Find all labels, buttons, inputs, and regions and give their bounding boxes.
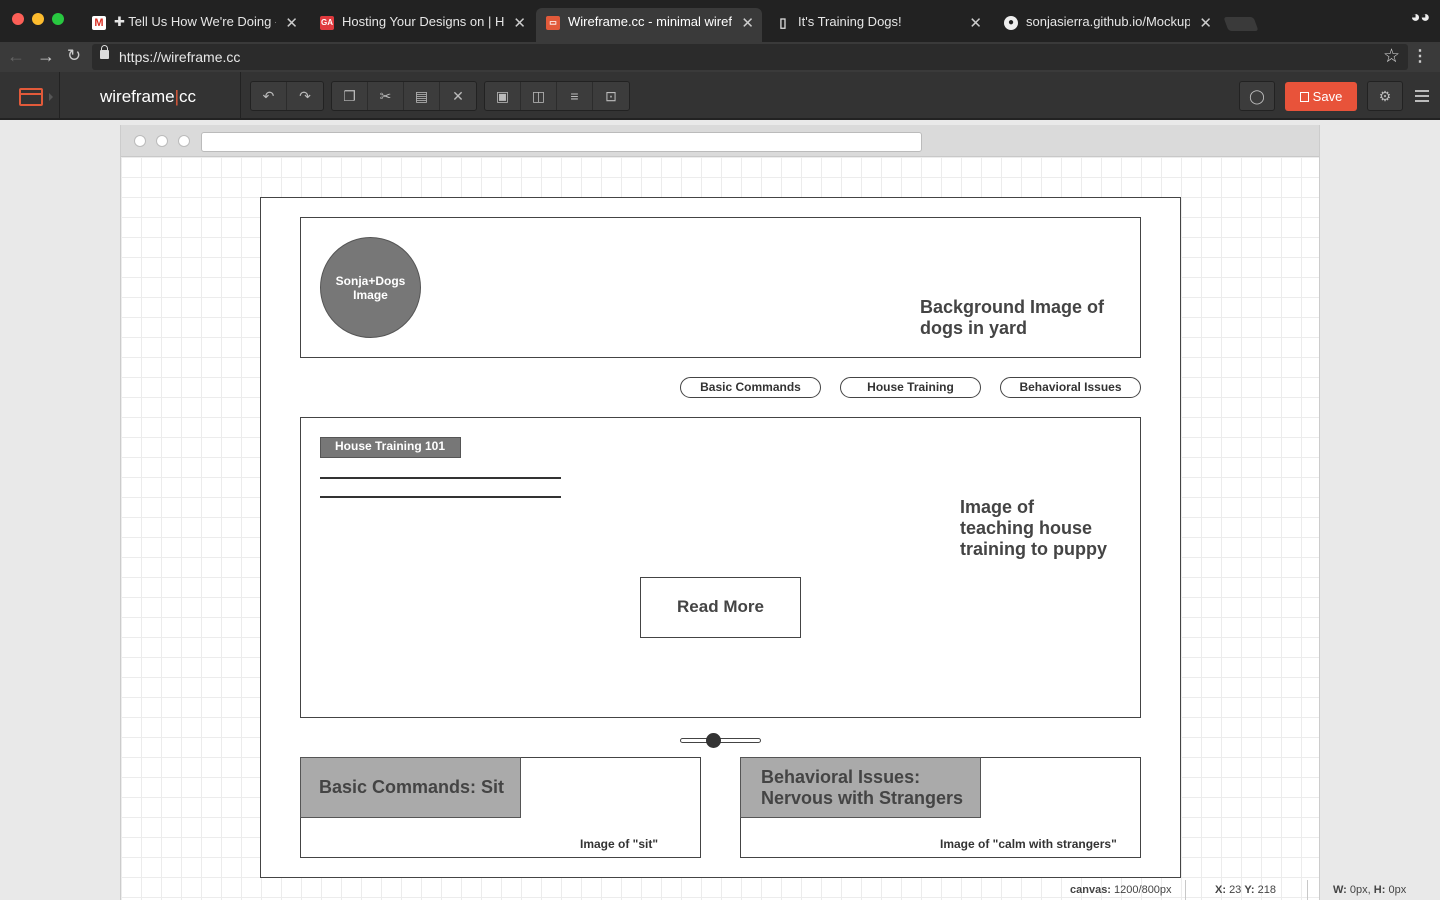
wireframe-icon: ▭ bbox=[546, 16, 560, 30]
browser-tab[interactable]: M ✚ Tell Us How We're Doing - sc ✕ bbox=[82, 8, 306, 42]
reload-icon[interactable]: ↻ bbox=[64, 46, 84, 66]
nav-button-house-training[interactable]: House Training bbox=[840, 377, 981, 398]
lock-icon[interactable]: ▣ bbox=[485, 82, 521, 110]
history-toolbar-group: ↶ ↷ bbox=[250, 81, 324, 111]
maximize-window-button[interactable] bbox=[52, 13, 64, 25]
frame-dot bbox=[178, 135, 190, 147]
close-tab-icon[interactable]: ✕ bbox=[513, 14, 526, 32]
browser-tab[interactable]: ▯ It's Training Dogs! ✕ bbox=[766, 8, 990, 42]
save-button[interactable]: Save bbox=[1285, 82, 1357, 111]
app-logo: wireframe|cc bbox=[100, 87, 197, 106]
frame-dot bbox=[134, 135, 146, 147]
browser-tab[interactable]: ● sonjasierra.github.io/Mockup_v ✕ bbox=[994, 8, 1220, 42]
send-back-icon[interactable]: ◫ bbox=[521, 82, 557, 110]
text-placeholder-line[interactable] bbox=[320, 496, 561, 498]
canvas-size-readout: canvas: 1200/800px bbox=[1070, 884, 1172, 896]
card2-title-box[interactable]: Behavioral Issues: Nervous with Stranger… bbox=[740, 757, 981, 818]
comment-icon[interactable]: ◯ bbox=[1239, 81, 1275, 111]
paste-icon[interactable]: ▤ bbox=[404, 82, 440, 110]
dropdown-arrow-icon bbox=[49, 93, 53, 101]
document-icon: ▯ bbox=[779, 15, 787, 30]
status-divider bbox=[1185, 880, 1186, 900]
browser-tab[interactable]: GA Hosting Your Designs on | HTML ✕ bbox=[310, 8, 534, 42]
redo-icon[interactable]: ↷ bbox=[287, 82, 323, 110]
gmail-icon: M bbox=[92, 16, 106, 30]
settings-icon[interactable]: ⚙ bbox=[1367, 81, 1403, 111]
card1-title-box[interactable]: Basic Commands: Sit bbox=[300, 757, 521, 818]
read-more-button[interactable]: Read More bbox=[640, 577, 801, 638]
incognito-icon: ◕◕ bbox=[1410, 9, 1430, 26]
group-icon[interactable]: ⊡ bbox=[593, 82, 629, 110]
url-input[interactable]: https://wireframe.cc ☆ bbox=[92, 44, 1408, 70]
browser-tab-strip: M ✚ Tell Us How We're Doing - sc ✕ GA Ho… bbox=[0, 0, 1440, 42]
card1-image-caption[interactable]: Image of "sit" bbox=[580, 837, 658, 851]
browser-menu-icon[interactable]: ⋮ bbox=[1412, 46, 1428, 66]
feature-tag-label[interactable]: House Training 101 bbox=[320, 437, 461, 458]
forward-icon[interactable]: → bbox=[36, 46, 56, 67]
new-tab-button[interactable] bbox=[1223, 17, 1259, 31]
github-icon: ● bbox=[1004, 16, 1018, 30]
profile-image-placeholder[interactable]: Sonja+Dogs Image bbox=[320, 237, 421, 338]
toolbar-divider bbox=[240, 72, 241, 120]
page-type-menu-button[interactable] bbox=[8, 72, 60, 120]
slider-thumb[interactable] bbox=[706, 733, 721, 748]
browser-window-icon bbox=[19, 88, 43, 106]
feature-panel-box[interactable] bbox=[300, 417, 1141, 718]
undo-icon[interactable]: ↶ bbox=[251, 82, 287, 110]
frame-dot bbox=[156, 135, 168, 147]
duplicate-icon[interactable]: ❐ bbox=[332, 82, 368, 110]
cursor-position-readout: X: 23 Y: 218 bbox=[1215, 884, 1276, 896]
lock-icon bbox=[100, 45, 109, 59]
arrange-toolbar-group: ▣ ◫ ≡ ⊡ bbox=[484, 81, 630, 111]
selection-size-readout: W: 0px, H: 0px bbox=[1333, 884, 1407, 896]
align-icon[interactable]: ≡ bbox=[557, 82, 593, 110]
close-tab-icon[interactable]: ✕ bbox=[741, 14, 754, 32]
wireframe-frame-bar bbox=[121, 125, 1319, 157]
delete-icon[interactable]: ✕ bbox=[440, 82, 476, 110]
close-tab-icon[interactable]: ✕ bbox=[969, 14, 982, 32]
address-bar: ← → ↻ https://wireframe.cc ☆ ⋮ bbox=[0, 42, 1440, 72]
minimize-window-button[interactable] bbox=[32, 13, 44, 25]
status-divider bbox=[1307, 880, 1308, 900]
close-tab-icon[interactable]: ✕ bbox=[1199, 14, 1212, 32]
app-toolbar: wireframe|cc ↶ ↷ ❐ ✂ ▤ ✕ ▣ ◫ ≡ ⊡ ◯ Save … bbox=[0, 72, 1440, 120]
close-window-button[interactable] bbox=[12, 13, 24, 25]
header-background-text[interactable]: Background Image of dogs in yard bbox=[920, 297, 1125, 339]
nav-button-behavioral-issues[interactable]: Behavioral Issues bbox=[1000, 377, 1141, 398]
wireframe-url-field[interactable] bbox=[201, 132, 922, 152]
save-disk-icon bbox=[1299, 92, 1309, 102]
nav-button-basic-commands[interactable]: Basic Commands bbox=[680, 377, 821, 398]
browser-tab-active[interactable]: ▭ Wireframe.cc - minimal wirefra ✕ bbox=[536, 8, 762, 42]
text-placeholder-line[interactable] bbox=[320, 477, 561, 479]
bookmark-star-icon[interactable]: ☆ bbox=[1383, 45, 1400, 68]
ga-icon: GA bbox=[320, 16, 334, 30]
card2-image-caption[interactable]: Image of "calm with strangers" bbox=[940, 837, 1117, 851]
edit-toolbar-group: ❐ ✂ ▤ ✕ bbox=[331, 81, 477, 111]
feature-image-text[interactable]: Image of teaching house training to pupp… bbox=[960, 497, 1110, 560]
hamburger-menu-icon[interactable] bbox=[1415, 90, 1429, 105]
close-tab-icon[interactable]: ✕ bbox=[285, 14, 298, 32]
back-icon[interactable]: ← bbox=[6, 46, 26, 67]
cut-icon[interactable]: ✂ bbox=[368, 82, 404, 110]
carousel-slider[interactable] bbox=[680, 733, 761, 748]
